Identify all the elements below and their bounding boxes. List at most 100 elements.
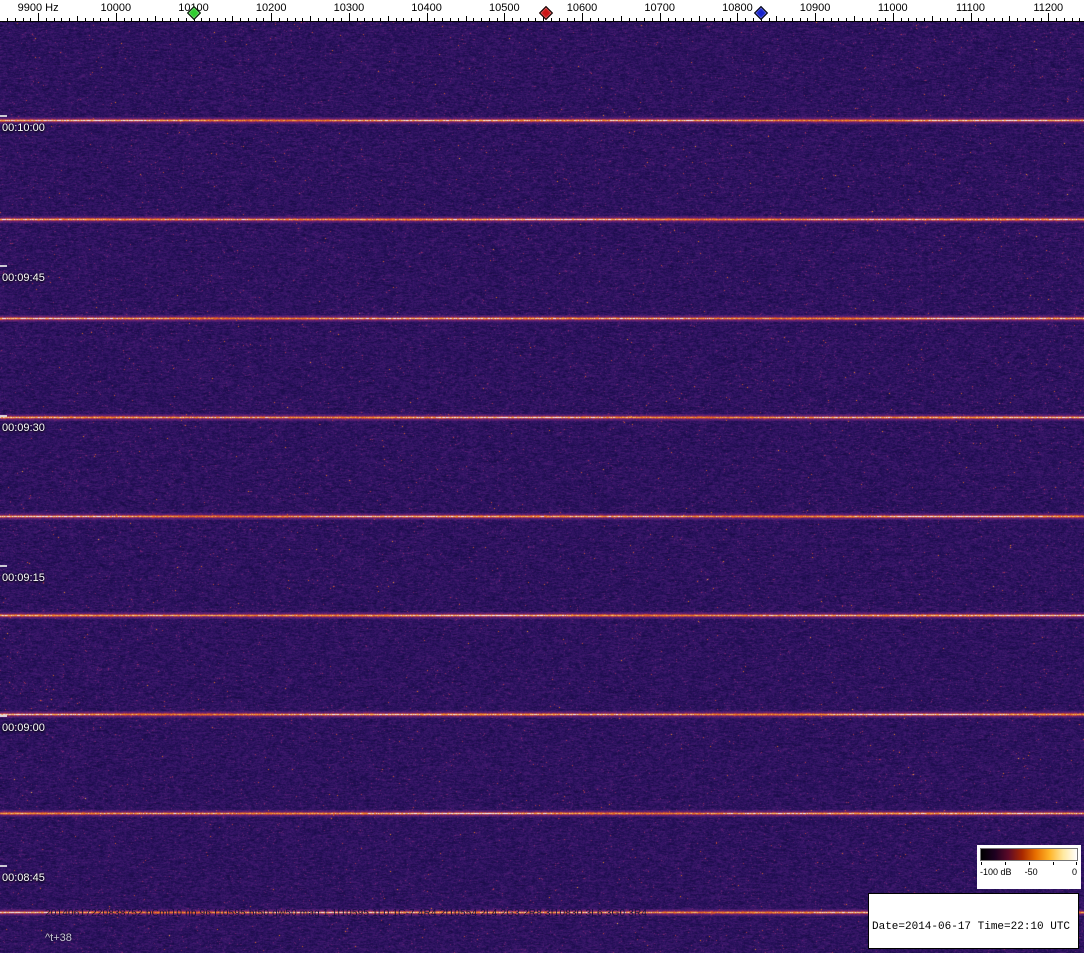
- ruler-tick: [838, 18, 840, 21]
- ruler-tick: [22, 18, 24, 21]
- ruler-tick: [449, 18, 451, 21]
- time-scale-label: 00:09:15: [2, 572, 45, 584]
- ruler-tick: [92, 18, 94, 21]
- ruler-tick: [154, 16, 156, 21]
- ruler-tick: [100, 18, 102, 21]
- ruler-tick: [131, 18, 133, 21]
- frequency-marker-blue[interactable]: [753, 5, 768, 21]
- ruler-tick: [869, 18, 871, 21]
- ruler-tick: [737, 13, 739, 21]
- ruler-tick: [115, 13, 117, 21]
- ruler-tick: [947, 18, 949, 21]
- ruler-tick: [558, 18, 560, 21]
- ruler-tick: [721, 18, 723, 21]
- cursor-label: ^t+38: [45, 932, 72, 944]
- ruler-tick: [310, 16, 311, 21]
- frequency-ruler: 9900 Hz100001010010200103001040010500106…: [0, 0, 1084, 22]
- ruler-tick: [644, 18, 646, 21]
- ruler-tick: [271, 13, 273, 21]
- ruler-tick: [1071, 18, 1073, 21]
- ruler-tick: [955, 18, 956, 21]
- ruler-tick: [84, 18, 86, 21]
- ruler-tick: [706, 18, 708, 21]
- colorbar-tick: [1076, 862, 1077, 865]
- ruler-tick: [294, 18, 296, 21]
- ruler-frequency-label: 10900: [799, 2, 831, 14]
- observation-info-box: Date=2014-06-17 Time=22:10 UTC Freq=143 …: [868, 893, 1079, 949]
- ruler-tick: [519, 18, 521, 21]
- ruler-tick: [372, 18, 374, 21]
- ruler-tick: [815, 13, 817, 21]
- ruler-frequency-label: 10800: [722, 2, 753, 14]
- ruler-tick: [224, 18, 226, 21]
- ruler-tick: [582, 13, 583, 21]
- ruler-tick: [512, 18, 514, 21]
- ruler-tick: [496, 18, 498, 21]
- ruler-tick: [426, 13, 428, 21]
- ruler-tick: [348, 13, 350, 21]
- time-scale-label: 00:10:00: [2, 122, 45, 134]
- ruler-tick: [1056, 18, 1057, 21]
- ruler-tick: [170, 18, 172, 21]
- ruler-tick: [908, 18, 910, 21]
- ruler-tick: [325, 18, 327, 21]
- colorbar-mid-label: -50: [1024, 867, 1038, 877]
- ruler-tick: [216, 18, 218, 21]
- ruler-tick: [768, 18, 770, 21]
- ruler-tick: [317, 18, 319, 21]
- time-scale-tick: [0, 265, 7, 267]
- colorbar-tick: [1053, 862, 1054, 865]
- ruler-tick: [1024, 18, 1026, 21]
- ruler-tick: [620, 16, 622, 21]
- ruler-tick: [854, 16, 855, 21]
- event-annotation-text: 20140617220838752 bCmt10 nb 96 f10595 bt…: [45, 908, 648, 919]
- ruler-tick: [387, 16, 389, 21]
- colorbar-max-label: 0: [1071, 867, 1077, 877]
- ruler-tick: [566, 18, 568, 21]
- ruler-frequency-label: 10300: [333, 2, 365, 14]
- ruler-frequency-label: 10500: [489, 2, 520, 14]
- ruler-tick: [698, 16, 700, 21]
- ruler-tick: [146, 18, 148, 21]
- ruler-tick: [846, 18, 848, 21]
- ruler-tick: [1040, 18, 1042, 21]
- ruler-tick: [776, 16, 778, 21]
- ruler-tick: [628, 18, 630, 21]
- ruler-tick: [240, 18, 242, 21]
- time-scale-label: 00:08:45: [2, 872, 45, 884]
- ruler-tick: [14, 18, 16, 21]
- ruler-tick: [605, 18, 607, 21]
- ruler-tick: [550, 18, 552, 21]
- colorbar-tick: [981, 862, 982, 865]
- ruler-tick: [162, 18, 164, 21]
- ruler-tick: [900, 18, 902, 21]
- ruler-tick: [263, 18, 265, 21]
- waterfall-spectrogram-canvas[interactable]: [0, 22, 1084, 953]
- ruler-tick: [667, 18, 669, 21]
- ruler-frequency-label: 11000: [877, 2, 908, 14]
- colorbar-tick: [1005, 862, 1006, 865]
- time-scale-tick: [0, 115, 7, 117]
- ruler-tick: [714, 18, 716, 21]
- ruler-tick: [683, 18, 684, 21]
- ruler-tick: [504, 13, 506, 21]
- ruler-tick: [807, 18, 809, 21]
- ruler-frequency-label: 10200: [255, 2, 287, 14]
- ruler-tick: [527, 18, 529, 21]
- ruler-tick: [247, 18, 249, 21]
- ruler-tick: [61, 18, 63, 21]
- ruler-tick: [652, 18, 653, 21]
- ruler-frequency-label: 10700: [644, 2, 675, 14]
- time-scale-label: 00:09:00: [2, 722, 45, 734]
- ruler-tick: [916, 18, 918, 21]
- ruler-tick: [488, 18, 490, 21]
- colorbar-tick: [1029, 862, 1030, 865]
- ruler-frequency-label: 11200: [1033, 2, 1064, 14]
- ruler-tick: [45, 18, 47, 21]
- ruler-tick: [30, 18, 32, 21]
- ruler-tick: [970, 13, 972, 21]
- ruler-tick: [139, 18, 141, 21]
- ruler-tick: [341, 18, 343, 21]
- ruler-tick: [418, 18, 420, 21]
- ruler-tick: [986, 18, 988, 21]
